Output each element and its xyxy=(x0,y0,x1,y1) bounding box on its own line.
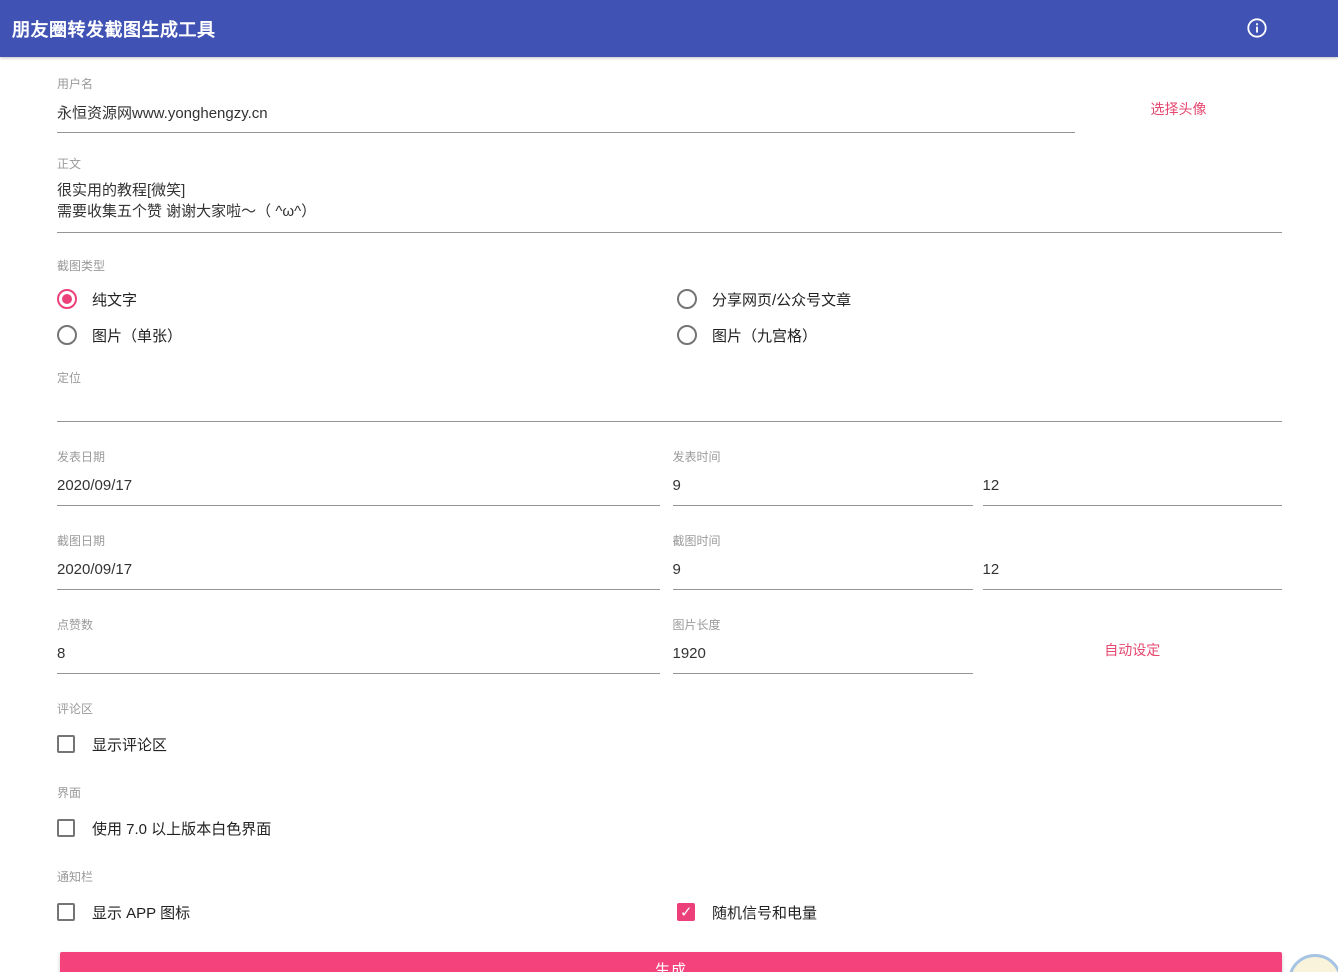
likes-row: 点赞数 图片长度 自动设定 xyxy=(57,618,1282,674)
radio-label: 纯文字 xyxy=(92,289,137,310)
radio-unchecked-icon xyxy=(677,289,697,309)
capture-minute-input[interactable] xyxy=(983,548,1283,589)
body-text-field: 正文 很实用的教程[微笑] 需要收集五个赞 谢谢大家啦～（ ^ω^） xyxy=(57,157,1282,233)
body-text-input[interactable]: 很实用的教程[微笑] 需要收集五个赞 谢谢大家啦～（ ^ω^） xyxy=(57,171,1282,233)
checkbox-unchecked-icon xyxy=(57,903,75,921)
radio-option-share-link[interactable]: 分享网页/公众号文章 xyxy=(677,285,1282,313)
publish-hour-input[interactable] xyxy=(673,464,973,505)
page-title: 朋友圈转发截图生成工具 xyxy=(12,16,216,42)
spacer-label xyxy=(983,450,1283,464)
ui-label: 界面 xyxy=(57,786,1282,800)
comments-section: 评论区 显示评论区 xyxy=(57,702,1282,758)
image-height-field: 图片长度 自动设定 xyxy=(673,618,1283,674)
radio-option-pure-text[interactable]: 纯文字 xyxy=(57,285,677,313)
location-field: 定位 xyxy=(57,371,1282,422)
ui-section: 界面 使用 7.0 以上版本白色界面 xyxy=(57,786,1282,842)
radio-checked-icon xyxy=(57,289,77,309)
spacer-label xyxy=(983,534,1283,548)
username-field: 用户名 xyxy=(57,77,1075,133)
publish-time-label: 发表时间 xyxy=(673,450,973,464)
radio-unchecked-icon xyxy=(677,325,697,345)
publish-minute-input[interactable] xyxy=(983,464,1283,505)
capture-date-label: 截图日期 xyxy=(57,534,660,548)
radio-unchecked-icon xyxy=(57,325,77,345)
body-text-label: 正文 xyxy=(57,157,1282,171)
screenshot-type-group: 截图类型 纯文字 分享网页/公众号文章 图片（单张） 图片（九宫格） xyxy=(57,259,1282,349)
checkbox-unchecked-icon xyxy=(57,735,75,753)
username-label: 用户名 xyxy=(57,77,1075,91)
radio-option-single-image[interactable]: 图片（单张） xyxy=(57,321,677,349)
publish-date-field: 发表日期 xyxy=(57,450,660,506)
body-text-line2: 需要收集五个赞 谢谢大家啦～（ ^ω^） xyxy=(57,201,1282,222)
show-comments-checkbox[interactable]: 显示评论区 xyxy=(57,730,167,758)
radio-label: 分享网页/公众号文章 xyxy=(712,289,851,310)
location-input[interactable] xyxy=(57,385,1282,421)
app-bar: 朋友圈转发截图生成工具 xyxy=(0,0,1338,57)
likes-label: 点赞数 xyxy=(57,618,660,632)
body-text-line1: 很实用的教程[微笑] xyxy=(57,180,1282,201)
screenshot-type-label: 截图类型 xyxy=(57,259,1282,273)
auto-set-link[interactable]: 自动设定 xyxy=(1104,640,1160,674)
capture-row: 截图日期 截图时间 xyxy=(57,534,1282,590)
notification-section: 通知栏 显示 APP 图标 随机信号和电量 xyxy=(57,870,1282,926)
white-ui-checkbox[interactable]: 使用 7.0 以上版本白色界面 xyxy=(57,814,271,842)
capture-date-field: 截图日期 xyxy=(57,534,660,590)
capture-time-label: 截图时间 xyxy=(673,534,973,548)
radio-label: 图片（九宫格） xyxy=(712,325,817,346)
publish-row: 发表日期 发表时间 xyxy=(57,450,1282,506)
location-label: 定位 xyxy=(57,371,1282,385)
username-input[interactable] xyxy=(57,91,1075,132)
username-row: 用户名 选择头像 xyxy=(57,77,1282,133)
show-app-icon-checkbox[interactable]: 显示 APP 图标 xyxy=(57,898,677,926)
checkbox-checked-icon xyxy=(677,903,695,921)
radio-label: 图片（单张） xyxy=(92,325,182,346)
image-height-label: 图片长度 xyxy=(673,618,973,632)
checkbox-label: 显示评论区 xyxy=(92,734,167,755)
checkbox-label: 使用 7.0 以上版本白色界面 xyxy=(92,818,271,839)
likes-field: 点赞数 xyxy=(57,618,660,674)
info-icon[interactable] xyxy=(1246,17,1268,39)
publish-date-input[interactable] xyxy=(57,464,660,505)
image-height-input[interactable] xyxy=(673,632,973,673)
random-signal-battery-checkbox[interactable]: 随机信号和电量 xyxy=(677,898,817,926)
checkbox-label: 显示 APP 图标 xyxy=(92,902,190,923)
checkbox-unchecked-icon xyxy=(57,819,75,837)
comments-label: 评论区 xyxy=(57,702,1282,716)
publish-date-label: 发表日期 xyxy=(57,450,660,464)
notification-label: 通知栏 xyxy=(57,870,1282,884)
checkbox-label: 随机信号和电量 xyxy=(712,902,817,923)
likes-input[interactable] xyxy=(57,632,660,673)
capture-time-field: 截图时间 xyxy=(673,534,1283,590)
capture-hour-input[interactable] xyxy=(673,548,973,589)
publish-time-field: 发表时间 xyxy=(673,450,1283,506)
generate-button[interactable]: 生成 xyxy=(60,952,1282,972)
capture-date-input[interactable] xyxy=(57,548,660,589)
form-container: 用户名 选择头像 正文 很实用的教程[微笑] 需要收集五个赞 谢谢大家啦～（ ^… xyxy=(0,57,1338,972)
radio-option-grid-images[interactable]: 图片（九宫格） xyxy=(677,321,1282,349)
screenshot-type-options: 纯文字 分享网页/公众号文章 图片（单张） 图片（九宫格） xyxy=(57,285,1282,349)
choose-avatar-link[interactable]: 选择头像 xyxy=(1075,99,1282,133)
